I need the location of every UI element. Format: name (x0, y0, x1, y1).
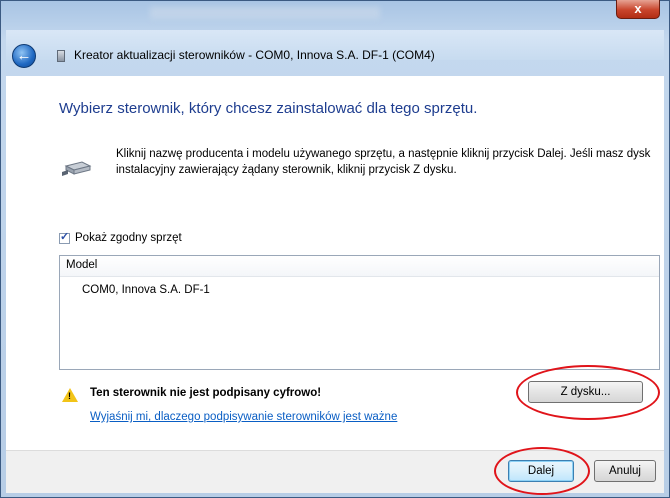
next-button[interactable]: Dalej (508, 460, 574, 482)
close-icon: x (634, 1, 642, 16)
serial-port-icon (62, 161, 92, 176)
wizard-title: Kreator aktualizacji sterowników - COM0,… (74, 48, 435, 62)
warning-icon-mark: ! (68, 391, 71, 401)
show-compatible-checkbox[interactable] (59, 230, 70, 244)
model-list[interactable]: Model COM0, Innova S.A. DF-1 (59, 255, 660, 370)
back-button[interactable]: ← (12, 44, 36, 68)
blurred-window-caption (150, 7, 380, 19)
warning-text: Ten sterownik nie jest podpisany cyfrowo… (90, 387, 322, 399)
instructions-text: Kliknij nazwę producenta i modelu używan… (116, 148, 651, 176)
model-column-header[interactable]: Model (60, 256, 659, 277)
title-bar[interactable]: x (0, 0, 668, 28)
cancel-button[interactable]: Anuluj (594, 460, 656, 482)
have-disk-button[interactable]: Z dysku... (528, 381, 643, 403)
page-heading: Wybierz sterownik, który chcesz zainstal… (59, 100, 478, 117)
show-compatible-hardware-row[interactable]: Pokaż zgodny sprzęt (59, 230, 182, 244)
driver-signing-link[interactable]: Wyjaśnij mi, dlaczego podpisywanie stero… (90, 411, 397, 423)
show-compatible-label: Pokaż zgodny sprzęt (75, 232, 182, 244)
device-icon (57, 50, 65, 62)
back-arrow-icon: ← (16, 47, 32, 64)
list-item[interactable]: COM0, Innova S.A. DF-1 (82, 284, 210, 296)
close-button[interactable]: x (616, 0, 660, 19)
